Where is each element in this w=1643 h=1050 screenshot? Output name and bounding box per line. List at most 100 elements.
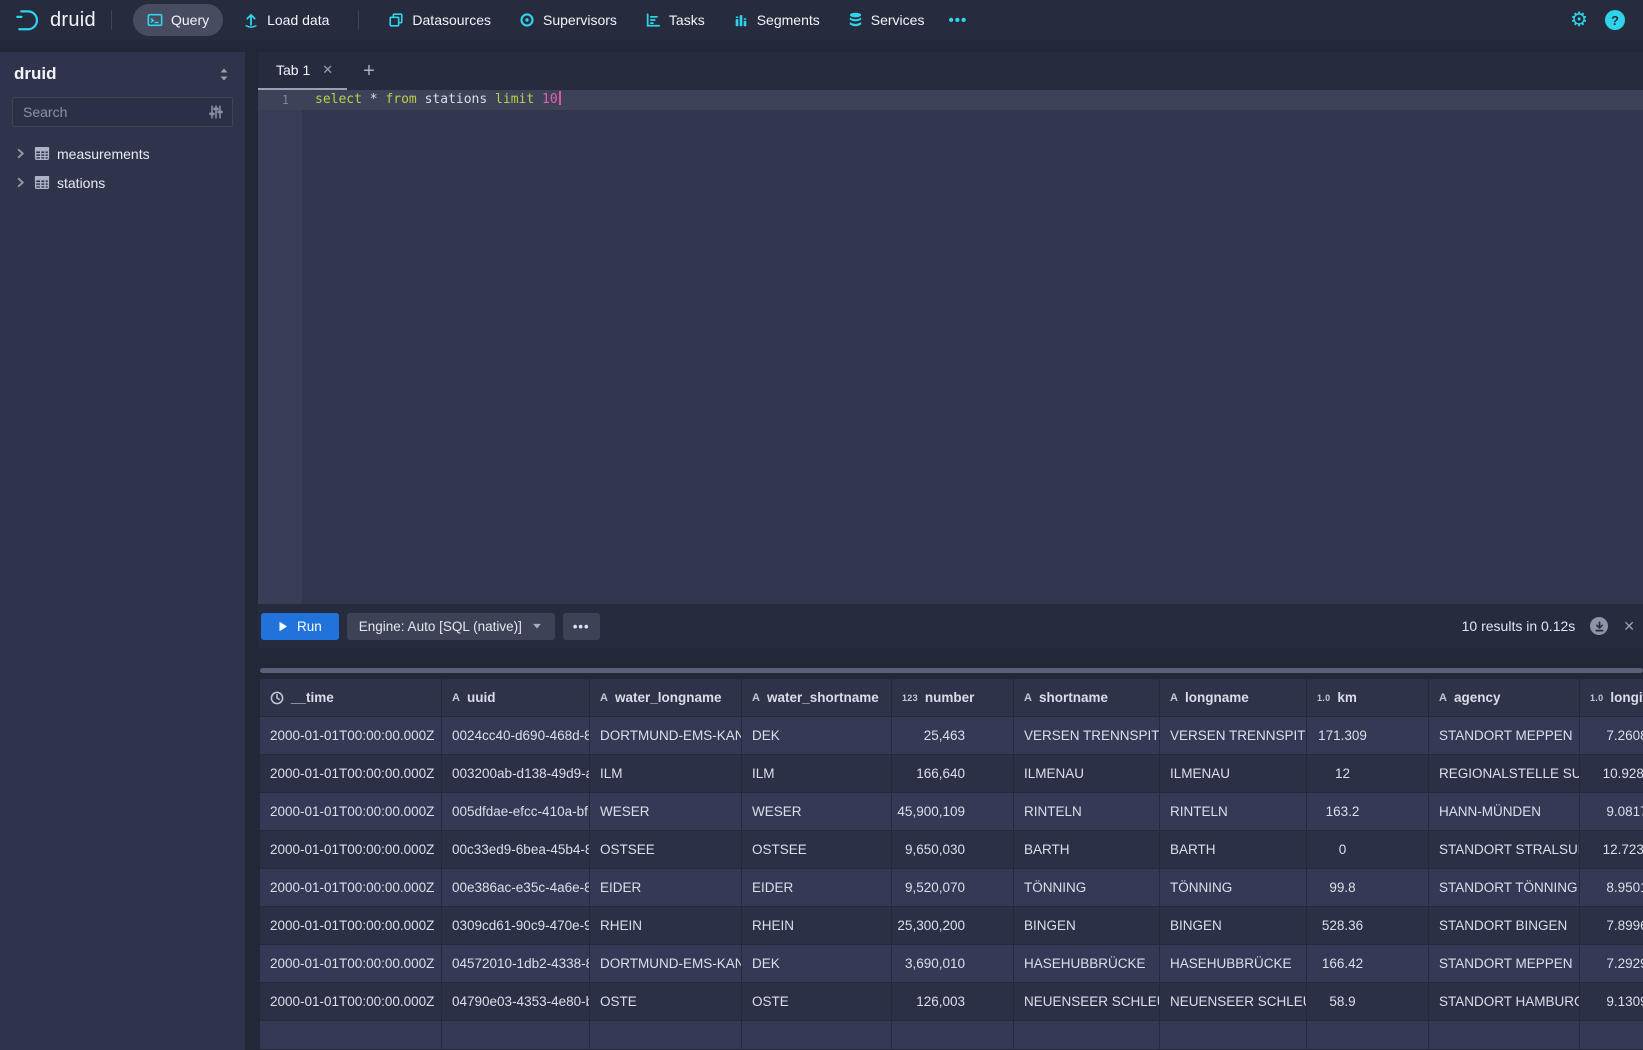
table-cell-__time[interactable]: 2000-01-01T00:00:00.000Z xyxy=(260,793,442,831)
nav-supervisors[interactable]: Supervisors xyxy=(505,0,631,40)
schema-selector[interactable]: druid xyxy=(12,62,233,84)
table-cell-km[interactable]: 528.36 xyxy=(1307,907,1429,945)
table-cell-empty[interactable] xyxy=(1160,1021,1307,1050)
table-cell-km[interactable]: 58.9 xyxy=(1307,983,1429,1021)
table-cell-km[interactable]: 12 xyxy=(1307,755,1429,793)
table-cell-empty[interactable] xyxy=(892,1021,1014,1050)
column-header-number[interactable]: 123number xyxy=(892,679,1014,717)
table-cell-water_shortname[interactable]: ILM xyxy=(742,755,892,793)
table-cell-uuid[interactable]: 04572010-1db2-4338-85 xyxy=(442,945,590,983)
table-cell-longitude[interactable]: 9.130902 xyxy=(1580,983,1643,1021)
table-cell-water_shortname[interactable]: RHEIN xyxy=(742,907,892,945)
table-cell-agency[interactable]: STANDORT MEPPEN xyxy=(1429,945,1580,983)
nav-segments[interactable]: Segments xyxy=(719,0,834,40)
add-tab-button[interactable]: + xyxy=(347,60,391,83)
table-cell-uuid[interactable]: 003200ab-d138-49d9-aa xyxy=(442,755,590,793)
table-cell-uuid[interactable]: 0309cd61-90c9-470e-99 xyxy=(442,907,590,945)
column-header-water_longname[interactable]: Awater_longname xyxy=(590,679,742,717)
table-cell-longitude[interactable]: 8.950149 xyxy=(1580,869,1643,907)
table-cell-water_longname[interactable]: EIDER xyxy=(590,869,742,907)
table-cell-water_shortname[interactable]: WESER xyxy=(742,793,892,831)
table-cell-longname[interactable]: HASEHUBBRÜCKE xyxy=(1160,945,1307,983)
column-header-water_shortname[interactable]: Awater_shortname xyxy=(742,679,892,717)
editor-empty-area[interactable] xyxy=(258,110,1643,604)
table-cell-empty[interactable] xyxy=(590,1021,742,1050)
editor-active-line[interactable]: 1 select * from stations limit 10 xyxy=(258,90,1643,110)
table-cell-agency[interactable]: HANN-MÜNDEN xyxy=(1429,793,1580,831)
table-cell-number[interactable]: 166,640 xyxy=(892,755,1014,793)
nav-services[interactable]: Services xyxy=(834,0,939,40)
table-cell-__time[interactable]: 2000-01-01T00:00:00.000Z xyxy=(260,907,442,945)
column-header-longname[interactable]: Alongname xyxy=(1160,679,1307,717)
table-cell-empty[interactable] xyxy=(1429,1021,1580,1050)
column-header-km[interactable]: 1.0km xyxy=(1307,679,1429,717)
table-cell-longitude[interactable]: 7.260856 xyxy=(1580,717,1643,755)
close-results-icon[interactable]: ✕ xyxy=(1623,618,1635,635)
table-cell-water_shortname[interactable]: DEK xyxy=(742,945,892,983)
table-cell-shortname[interactable]: RINTELN xyxy=(1014,793,1160,831)
table-cell-number[interactable]: 3,690,010 xyxy=(892,945,1014,983)
nav-datasources[interactable]: Datasources xyxy=(374,0,505,40)
table-cell-longname[interactable]: NEUENSEER SCHLEUSEN xyxy=(1160,983,1307,1021)
sidebar-item-stations[interactable]: stations xyxy=(12,168,233,197)
table-cell-longitude[interactable]: 12.723226 xyxy=(1580,831,1643,869)
brand[interactable]: druid xyxy=(14,7,96,34)
table-cell-water_shortname[interactable]: DEK xyxy=(742,717,892,755)
table-cell-shortname[interactable]: ILMENAU xyxy=(1014,755,1160,793)
table-cell-number[interactable]: 9,520,070 xyxy=(892,869,1014,907)
column-header-agency[interactable]: Aagency xyxy=(1429,679,1580,717)
column-header-longitude[interactable]: 1.0longitude xyxy=(1580,679,1643,717)
table-cell-number[interactable]: 9,650,030 xyxy=(892,831,1014,869)
table-cell-empty[interactable] xyxy=(1307,1021,1429,1050)
table-cell-__time[interactable]: 2000-01-01T00:00:00.000Z xyxy=(260,755,442,793)
column-header-shortname[interactable]: Ashortname xyxy=(1014,679,1160,717)
table-cell-longitude[interactable]: 9.081704 xyxy=(1580,793,1643,831)
table-cell-water_longname[interactable]: ILM xyxy=(590,755,742,793)
table-cell-uuid[interactable]: 04790e03-4353-4e80-be xyxy=(442,983,590,1021)
filter-sliders-icon[interactable] xyxy=(208,104,224,120)
column-header-__time[interactable]: __time xyxy=(260,679,442,717)
table-cell-agency[interactable]: STANDORT TÖNNING xyxy=(1429,869,1580,907)
table-cell-km[interactable]: 0 xyxy=(1307,831,1429,869)
table-cell-longitude[interactable]: 10.928842 xyxy=(1580,755,1643,793)
table-cell-shortname[interactable]: VERSEN TRENNSPITZE xyxy=(1014,717,1160,755)
engine-select-button[interactable]: Engine: Auto [SQL (native)] xyxy=(347,613,555,640)
table-cell-number[interactable]: 126,003 xyxy=(892,983,1014,1021)
table-cell-km[interactable]: 166.42 xyxy=(1307,945,1429,983)
table-cell-uuid[interactable]: 0024cc40-d690-468d-84 xyxy=(442,717,590,755)
table-cell-water_shortname[interactable]: OSTE xyxy=(742,983,892,1021)
table-cell-km[interactable]: 163.2 xyxy=(1307,793,1429,831)
run-button[interactable]: Run xyxy=(261,613,339,640)
table-cell-uuid[interactable]: 005dfdae-efcc-410a-bf1 xyxy=(442,793,590,831)
query-more-button[interactable]: ••• xyxy=(563,613,600,640)
table-cell-shortname[interactable]: BINGEN xyxy=(1014,907,1160,945)
table-cell-water_longname[interactable]: OSTE xyxy=(590,983,742,1021)
help-icon[interactable]: ? xyxy=(1605,10,1625,30)
table-cell-longitude[interactable]: 7.899667 xyxy=(1580,907,1643,945)
tab-close-icon[interactable]: ✕ xyxy=(322,62,333,78)
table-cell-water_longname[interactable]: WESER xyxy=(590,793,742,831)
query-editor[interactable]: 1 select * from stations limit 10 xyxy=(258,90,1643,604)
table-cell-number[interactable]: 25,463 xyxy=(892,717,1014,755)
table-cell-water_shortname[interactable]: OSTSEE xyxy=(742,831,892,869)
table-cell-empty[interactable] xyxy=(742,1021,892,1050)
table-cell-shortname[interactable]: BARTH xyxy=(1014,831,1160,869)
table-cell-longname[interactable]: TÖNNING xyxy=(1160,869,1307,907)
sidebar-item-measurements[interactable]: measurements xyxy=(12,139,233,168)
table-cell-shortname[interactable]: TÖNNING xyxy=(1014,869,1160,907)
horizontal-scrollbar[interactable] xyxy=(260,668,1643,673)
table-cell-empty[interactable] xyxy=(260,1021,442,1050)
table-cell-uuid[interactable]: 00c33ed9-6bea-45b4-87 xyxy=(442,831,590,869)
table-cell-shortname[interactable]: HASEHUBBRÜCKE xyxy=(1014,945,1160,983)
column-header-uuid[interactable]: Auuid xyxy=(442,679,590,717)
table-cell-km[interactable]: 171.309 xyxy=(1307,717,1429,755)
more-menu-button[interactable]: ••• xyxy=(938,12,977,29)
table-cell-longname[interactable]: VERSEN TRENNSPITZE xyxy=(1160,717,1307,755)
gear-icon[interactable]: ⚙ xyxy=(1570,10,1588,30)
table-cell-empty[interactable] xyxy=(1580,1021,1643,1050)
table-cell-__time[interactable]: 2000-01-01T00:00:00.000Z xyxy=(260,869,442,907)
tab-1[interactable]: Tab 1 ✕ xyxy=(258,52,347,90)
table-cell-shortname[interactable]: NEUENSEER SCHLEUSEN xyxy=(1014,983,1160,1021)
table-cell-water_longname[interactable]: DORTMUND-EMS-KANAL xyxy=(590,717,742,755)
table-cell-agency[interactable]: STANDORT STRALSUND xyxy=(1429,831,1580,869)
